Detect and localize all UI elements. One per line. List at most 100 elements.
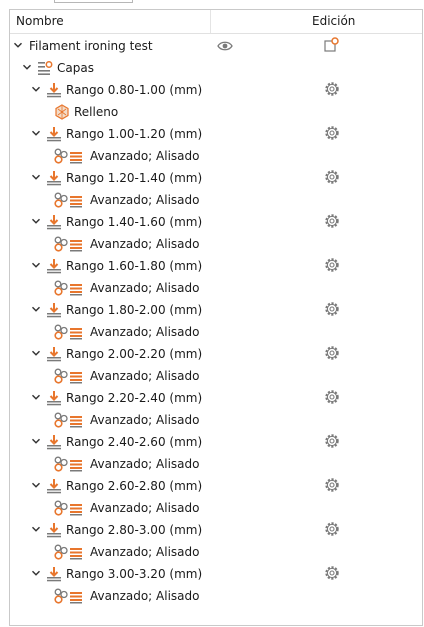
- range-child-row[interactable]: Avanzado; Alisado: [10, 233, 422, 255]
- range-row[interactable]: Rango 1.60-1.80 (mm): [10, 255, 422, 277]
- gear-icon[interactable]: [324, 125, 340, 141]
- settings-group-icon: [54, 324, 84, 340]
- settings-group-icon: [54, 280, 84, 296]
- range-child-row[interactable]: Avanzado; Alisado: [10, 409, 422, 431]
- tree-item-label: Avanzado; Alisado: [90, 193, 200, 207]
- range-row[interactable]: Rango 1.00-1.20 (mm): [10, 123, 422, 145]
- range-row[interactable]: Rango 2.40-2.60 (mm): [10, 431, 422, 453]
- layer-range-icon: [46, 566, 62, 582]
- chevron-down-icon[interactable]: [30, 171, 42, 183]
- range-row[interactable]: Rango 2.20-2.40 (mm): [10, 387, 422, 409]
- range-row[interactable]: Rango 2.60-2.80 (mm): [10, 475, 422, 497]
- tree-item-label: Rango 2.80-3.00 (mm): [66, 523, 203, 537]
- tree-item-label: Rango 1.40-1.60 (mm): [66, 215, 203, 229]
- range-child-row[interactable]: Avanzado; Alisado: [10, 321, 422, 343]
- object-list-panel: Nombre Edición Filament ironing test Capa…: [9, 9, 423, 626]
- settings-group-icon: [54, 148, 84, 164]
- gear-icon[interactable]: [324, 169, 340, 185]
- range-child-row[interactable]: Avanzado; Alisado: [10, 585, 422, 607]
- range-child-row[interactable]: Avanzado; Alisado: [10, 189, 422, 211]
- gear-icon[interactable]: [324, 433, 340, 449]
- gear-icon[interactable]: [324, 213, 340, 229]
- gear-icon[interactable]: [324, 389, 340, 405]
- tree-item-label: Rango 2.60-2.80 (mm): [66, 479, 203, 493]
- tree-item-label: Avanzado; Alisado: [90, 413, 200, 427]
- tree-item-label: Avanzado; Alisado: [90, 325, 200, 339]
- settings-group-icon: [54, 192, 84, 208]
- tree-item-label: Avanzado; Alisado: [90, 237, 200, 251]
- tree-item-label: Filament ironing test: [29, 39, 153, 53]
- range-row[interactable]: Rango 1.80-2.00 (mm): [10, 299, 422, 321]
- tree-item-label: Rango 0.80-1.00 (mm): [66, 83, 203, 97]
- layer-range-icon: [46, 214, 62, 230]
- header-name[interactable]: Nombre: [16, 14, 64, 28]
- layer-range-icon: [46, 434, 62, 450]
- layer-range-icon: [46, 126, 62, 142]
- range-child-row[interactable]: Avanzado; Alisado: [10, 365, 422, 387]
- gear-icon[interactable]: [324, 565, 340, 581]
- range-child-row[interactable]: Relleno: [10, 101, 422, 123]
- settings-group-icon: [54, 456, 84, 472]
- tree-item-label: Rango 1.80-2.00 (mm): [66, 303, 203, 317]
- chevron-down-icon[interactable]: [30, 523, 42, 535]
- chevron-down-icon[interactable]: [30, 567, 42, 579]
- settings-group-icon: [54, 544, 84, 560]
- chevron-down-icon[interactable]: [21, 61, 33, 73]
- chevron-down-icon[interactable]: [30, 215, 42, 227]
- chevron-down-icon[interactable]: [30, 127, 42, 139]
- range-row[interactable]: Rango 2.80-3.00 (mm): [10, 519, 422, 541]
- settings-group-icon: [54, 500, 84, 516]
- chevron-down-icon[interactable]: [30, 347, 42, 359]
- chevron-down-icon[interactable]: [30, 391, 42, 403]
- top-bar-fragment: [54, 0, 133, 3]
- range-child-row[interactable]: Avanzado; Alisado: [10, 541, 422, 563]
- gear-icon[interactable]: [324, 477, 340, 493]
- object-row[interactable]: Filament ironing test: [10, 35, 422, 57]
- infill-icon: [54, 104, 70, 120]
- layer-range-icon: [46, 346, 62, 362]
- layers-row[interactable]: Capas: [10, 57, 422, 79]
- header-divider: [210, 10, 211, 33]
- tree-item-label: Rango 1.00-1.20 (mm): [66, 127, 203, 141]
- tree-item-label: Avanzado; Alisado: [90, 545, 200, 559]
- chevron-down-icon[interactable]: [12, 39, 24, 51]
- tree-header: Nombre Edición: [10, 10, 422, 34]
- chevron-down-icon[interactable]: [30, 259, 42, 271]
- header-edit[interactable]: Edición: [312, 14, 355, 28]
- tree-item-label: Avanzado; Alisado: [90, 589, 200, 603]
- settings-group-icon: [54, 236, 84, 252]
- settings-group-icon: [54, 588, 84, 604]
- chevron-down-icon[interactable]: [30, 83, 42, 95]
- edit-settings-icon[interactable]: [323, 37, 339, 53]
- range-row[interactable]: Rango 1.20-1.40 (mm): [10, 167, 422, 189]
- tree-item-label: Rango 2.20-2.40 (mm): [66, 391, 203, 405]
- tree-item-label: Avanzado; Alisado: [90, 457, 200, 471]
- tree-item-label: Capas: [57, 61, 94, 75]
- gear-icon[interactable]: [324, 345, 340, 361]
- range-row[interactable]: Rango 3.00-3.20 (mm): [10, 563, 422, 585]
- range-child-row[interactable]: Avanzado; Alisado: [10, 277, 422, 299]
- gear-icon[interactable]: [324, 257, 340, 273]
- layer-range-icon: [46, 302, 62, 318]
- tree-item-label: Rango 1.60-1.80 (mm): [66, 259, 203, 273]
- range-row[interactable]: Rango 0.80-1.00 (mm): [10, 79, 422, 101]
- tree-item-label: Rango 2.40-2.60 (mm): [66, 435, 203, 449]
- settings-group-icon: [54, 412, 84, 428]
- range-child-row[interactable]: Avanzado; Alisado: [10, 497, 422, 519]
- layer-range-icon: [46, 390, 62, 406]
- chevron-down-icon[interactable]: [30, 479, 42, 491]
- tree-item-label: Rango 2.00-2.20 (mm): [66, 347, 203, 361]
- tree-item-label: Relleno: [74, 105, 119, 119]
- range-row[interactable]: Rango 1.40-1.60 (mm): [10, 211, 422, 233]
- chevron-down-icon[interactable]: [30, 435, 42, 447]
- gear-icon[interactable]: [324, 81, 340, 97]
- eye-icon[interactable]: [217, 39, 233, 53]
- layer-range-icon: [46, 478, 62, 494]
- range-child-row[interactable]: Avanzado; Alisado: [10, 453, 422, 475]
- tree-item-label: Avanzado; Alisado: [90, 149, 200, 163]
- chevron-down-icon[interactable]: [30, 303, 42, 315]
- range-row[interactable]: Rango 2.00-2.20 (mm): [10, 343, 422, 365]
- gear-icon[interactable]: [324, 521, 340, 537]
- gear-icon[interactable]: [324, 301, 340, 317]
- range-child-row[interactable]: Avanzado; Alisado: [10, 145, 422, 167]
